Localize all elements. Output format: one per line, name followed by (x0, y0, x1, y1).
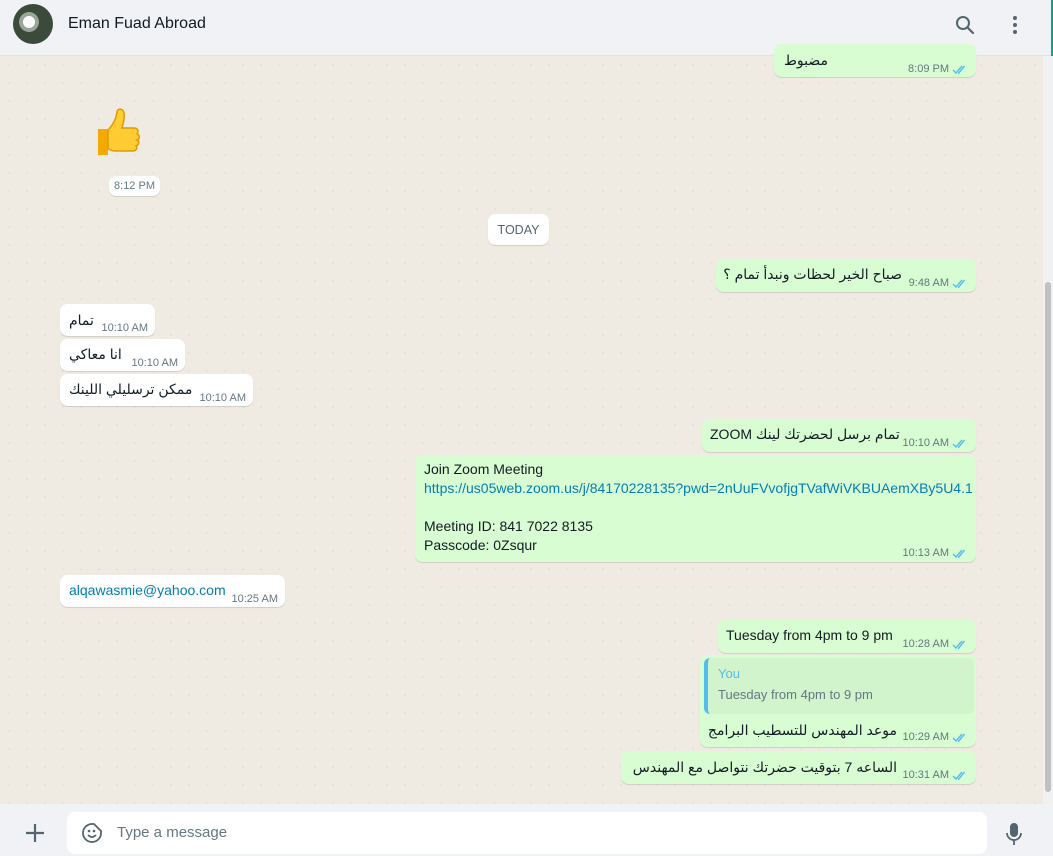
message-text: ممكن ترسليلي اللينك (69, 381, 193, 397)
double-check-icon (952, 279, 966, 289)
message-bubble-out[interactable]: مضبوط 8:09 PM (774, 44, 976, 77)
quoted-message[interactable]: You Tuesday from 4pm to 9 pm (704, 658, 974, 714)
message-time: 10:31 AM (902, 769, 949, 781)
contact-name[interactable]: Eman Fuad Abroad (68, 15, 206, 33)
plus-icon[interactable] (24, 822, 46, 849)
microphone-icon[interactable] (1006, 822, 1022, 851)
email-link[interactable]: alqawasmie@yahoo.com (69, 581, 226, 600)
zoom-title: Join Zoom Meeting (424, 461, 544, 477)
date-divider: TODAY (488, 214, 549, 245)
quote-author: You (718, 666, 740, 681)
message-time: 9:48 AM (908, 277, 949, 289)
message-text: تمام برسل لحضرتك لينك ZOOM (710, 426, 900, 442)
passcode: Passcode: 0Zsqur (424, 537, 537, 553)
message-meta: 10:13 AM (903, 544, 968, 563)
message-bubble-in[interactable]: انا معاكي 10:10 AM (60, 339, 185, 371)
double-check-icon (952, 640, 966, 650)
message-input[interactable]: Type a message (67, 812, 987, 854)
message-bubble-in[interactable]: تمام 10:10 AM (60, 304, 155, 336)
message-text: موعد المهندس للتسطيب البرامج (707, 722, 897, 738)
contact-avatar[interactable] (13, 4, 53, 44)
scrollbar-thumb[interactable] (1045, 282, 1051, 792)
message-composer: Type a message (0, 804, 1053, 856)
message-meta: 8:09 PM (908, 60, 968, 79)
message-time: 10:13 AM (902, 547, 949, 559)
message-time: 10:28 AM (902, 638, 949, 650)
message-meta: 10:28 AM (903, 635, 968, 654)
message-bubble-in[interactable]: ممكن ترسليلي اللينك 10:10 AM (60, 374, 253, 406)
message-text: انا معاكي (69, 346, 122, 362)
double-check-icon (952, 733, 966, 742)
meeting-id: Meeting ID: 841 7022 8135 (424, 518, 593, 534)
message-meta: 10:29 AM (903, 731, 968, 743)
double-check-icon (952, 65, 966, 75)
message-time: 8:09 PM (908, 63, 949, 75)
message-bubble-out[interactable]: الساعه 7 بتوقيت حضرتك نتواصل مع المهندس … (621, 751, 976, 784)
message-bubble-out[interactable]: Tuesday from 4pm to 9 pm 10:28 AM (718, 620, 976, 653)
message-time: 10:10 AM (199, 392, 246, 404)
message-text: صباح الخير لحظات ونبدأ تمام ؟ (723, 266, 902, 282)
sticker-smiley-icon[interactable] (81, 822, 103, 849)
message-meta: 9:48 AM (909, 274, 968, 293)
message-time: 10:29 AM (902, 731, 949, 743)
message-text: الساعه 7 بتوقيت حضرتك نتواصل مع المهندس (632, 759, 897, 775)
double-check-icon (952, 439, 966, 449)
message-meta: 10:31 AM (903, 766, 968, 785)
quote-text: Tuesday from 4pm to 9 pm (718, 687, 873, 702)
message-bubble-out[interactable]: صباح الخير لحظات ونبدأ تمام ؟ 9:48 AM (716, 259, 976, 292)
message-bubble-in[interactable]: alqawasmie@yahoo.com 10:25 AM (60, 575, 285, 607)
message-time: 10:10 AM (902, 437, 949, 449)
double-check-icon (952, 771, 966, 781)
message-placeholder: Type a message (117, 824, 228, 841)
zoom-link[interactable]: https://us05web.zoom.us/j/84170228135?pw… (424, 479, 972, 498)
message-text: تمام (69, 312, 94, 328)
sticker-time: 8:12 PM (109, 176, 160, 196)
message-time: 10:10 AM (131, 357, 178, 369)
thumbs-up-sticker[interactable] (84, 103, 144, 163)
message-meta: 10:10 AM (903, 434, 968, 453)
message-text: مضبوط (783, 52, 828, 68)
kebab-menu-icon[interactable] (1002, 12, 1028, 38)
message-bubble-out[interactable]: Join Zoom Meeting https://us05web.zoom.u… (415, 455, 976, 562)
message-text: Tuesday from 4pm to 9 pm (726, 627, 893, 643)
message-time: 10:25 AM (231, 593, 278, 605)
message-bubble-out[interactable]: تمام برسل لحضرتك لينك ZOOM 10:10 AM (702, 419, 976, 452)
double-check-icon (952, 549, 966, 559)
message-time: 10:10 AM (101, 322, 148, 334)
search-icon[interactable] (952, 12, 978, 38)
